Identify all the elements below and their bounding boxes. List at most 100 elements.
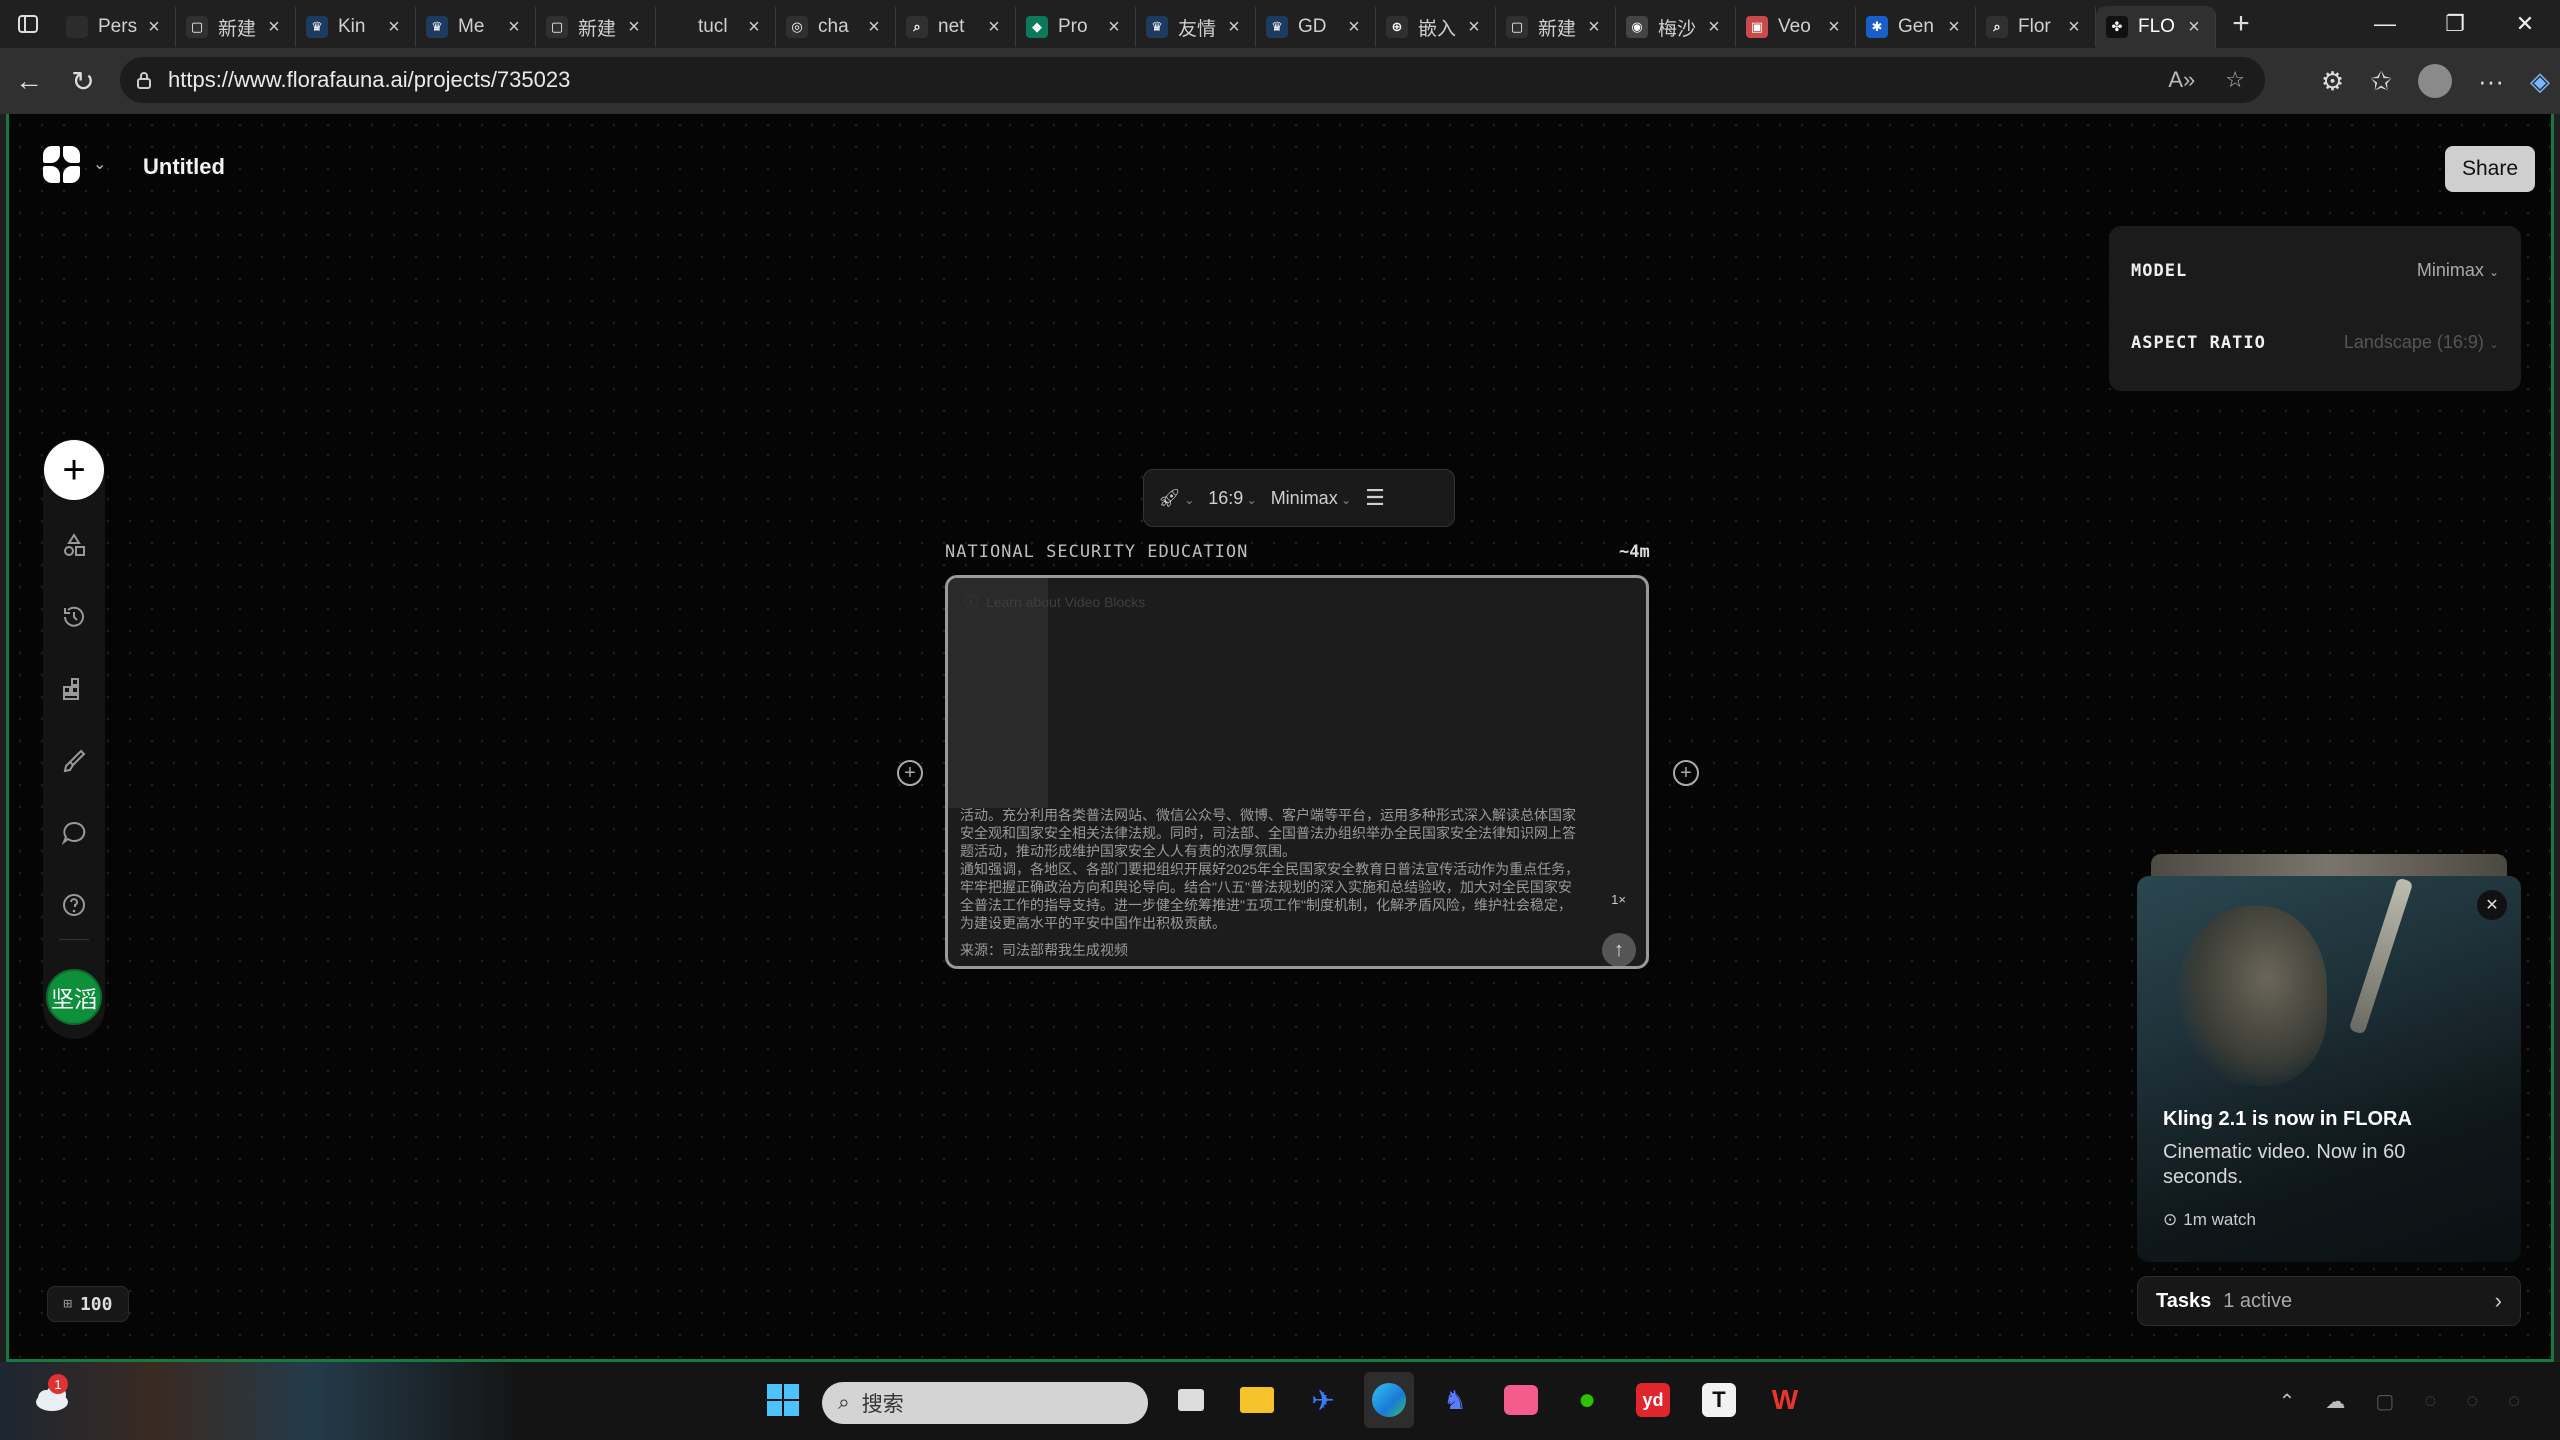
tab-close-icon[interactable]: ×	[1703, 16, 1725, 39]
send-arrow-icon[interactable]: ↑	[1602, 933, 1636, 966]
templates-icon[interactable]	[54, 669, 94, 709]
app-cat-icon[interactable]: ♞	[1430, 1372, 1480, 1428]
favorite-star-icon[interactable]: ☆	[2225, 67, 2245, 93]
add-node-button[interactable]: +	[44, 440, 104, 500]
browser-tab[interactable]: ◆ Pro ×	[1016, 7, 1136, 47]
browser-tab[interactable]: Pers ×	[56, 7, 176, 47]
browser-tab[interactable]: ⌕ Flor ×	[1976, 7, 2096, 47]
wechat-icon[interactable]: ●	[1562, 1372, 1612, 1428]
share-button[interactable]: Share	[2445, 146, 2535, 192]
promo-card[interactable]: ✕ Kling 2.1 is now in FLORA Cinematic vi…	[2137, 876, 2521, 1262]
tab-close-icon[interactable]: ×	[1583, 16, 1605, 39]
tab-close-icon[interactable]: ×	[2063, 16, 2085, 39]
browser-tab[interactable]: ♛ Me ×	[416, 7, 536, 47]
windows-start-icon[interactable]	[758, 1372, 808, 1428]
learn-link[interactable]: ⓘ Learn about Video Blocks	[964, 592, 1145, 612]
youdao-icon[interactable]: yd	[1628, 1372, 1678, 1428]
browser-tab[interactable]: ▢ 新建 ×	[536, 7, 656, 47]
tab-close-icon[interactable]: ×	[2183, 16, 2205, 39]
tab-label: Flor	[2018, 16, 2051, 37]
browser-tab[interactable]: ◉ 梅沙 ×	[1616, 7, 1736, 47]
flora-logo-icon[interactable]	[43, 146, 83, 186]
browser-tab[interactable]: ⊕ 嵌入 ×	[1376, 7, 1496, 47]
restore-icon[interactable]: ❐	[2420, 0, 2490, 48]
new-tab-button[interactable]: +	[2216, 7, 2266, 41]
task-view-icon[interactable]	[1166, 1372, 1216, 1428]
taskbar-search[interactable]: ⌕ 搜索	[822, 1382, 1148, 1424]
favorites-icon[interactable]: ✩	[2370, 66, 2392, 97]
model-select[interactable]: Minimax ⌄	[2417, 260, 2499, 281]
aspect-ratio-select[interactable]: Landscape (16:9) ⌄	[2344, 332, 2499, 353]
back-icon[interactable]: ←	[2, 54, 56, 108]
browser-tab[interactable]: ⌕ net ×	[896, 7, 1016, 47]
browser-tab[interactable]: ♛ GD ×	[1256, 7, 1376, 47]
add-left-icon[interactable]: +	[897, 760, 923, 786]
browser-tab[interactable]: ▢ 新建 ×	[176, 7, 296, 47]
tab-close-icon[interactable]: ×	[623, 16, 645, 39]
browser-tab[interactable]: ▣ Veo ×	[1736, 7, 1856, 47]
file-explorer-icon[interactable]	[1232, 1372, 1282, 1428]
prompt-text[interactable]: 活动。充分利用各类普法网站、微信公众号、微博、客户端等平台，运用多种形式深入解读…	[960, 806, 1580, 932]
tab-close-icon[interactable]: ×	[1343, 16, 1365, 39]
tab-close-icon[interactable]: ×	[1223, 16, 1245, 39]
close-window-icon[interactable]: ✕	[2490, 0, 2560, 48]
tab-close-icon[interactable]: ×	[743, 16, 765, 39]
brush-icon[interactable]	[54, 741, 94, 781]
tab-close-icon[interactable]: ×	[143, 16, 165, 39]
tab-close-icon[interactable]: ×	[263, 16, 285, 39]
bilibili-icon[interactable]	[1496, 1372, 1546, 1428]
tab-close-icon[interactable]: ×	[1463, 16, 1485, 39]
tab-close-icon[interactable]: ×	[503, 16, 525, 39]
minimize-icon[interactable]: —	[2350, 0, 2420, 48]
user-avatar[interactable]: 坚滔	[46, 969, 102, 1025]
tab-close-icon[interactable]: ×	[383, 16, 405, 39]
toolbar-model-select[interactable]: Minimax ⌄	[1271, 488, 1351, 509]
close-icon[interactable]: ✕	[2477, 890, 2507, 920]
multiplier-badge[interactable]: 1×	[1611, 892, 1626, 907]
browser-tab[interactable]: ◎ cha ×	[776, 7, 896, 47]
chat-icon[interactable]	[54, 813, 94, 853]
tab-close-icon[interactable]: ×	[983, 16, 1005, 39]
feishu-icon[interactable]: ✈	[1298, 1372, 1348, 1428]
edge-browser-icon[interactable]	[1364, 1372, 1414, 1428]
history-icon[interactable]	[54, 597, 94, 637]
adjustments-icon[interactable]: ☰	[1365, 485, 1385, 511]
more-icon[interactable]: ···	[2478, 66, 2504, 97]
profile-avatar[interactable]	[2418, 64, 2453, 98]
tray-notification-icon[interactable]: ◌	[2508, 1390, 2520, 1413]
tray-network-icon[interactable]: ◌	[2424, 1390, 2436, 1413]
browser-tab[interactable]: ♛ 友情 ×	[1136, 7, 1256, 47]
shapes-icon[interactable]	[54, 525, 94, 565]
read-aloud-icon[interactable]: A»	[2168, 67, 2195, 93]
extensions-icon[interactable]: ⚙	[2321, 66, 2344, 97]
url-field[interactable]: https://www.florafauna.ai/projects/73502…	[120, 57, 2265, 103]
logo-menu-chevron-icon[interactable]: ⌄	[93, 154, 106, 174]
tray-chevron-up-icon[interactable]: ⌃	[2279, 1389, 2296, 1414]
tasks-bar[interactable]: Tasks 1 active ›	[2137, 1276, 2521, 1326]
video-block[interactable]: ⓘ Learn about Video Blocks 活动。充分利用各类普法网站…	[945, 575, 1649, 969]
tray-volume-icon[interactable]: ◌	[2466, 1390, 2478, 1413]
project-title[interactable]: Untitled	[143, 154, 225, 180]
tab-close-icon[interactable]: ×	[1823, 16, 1845, 39]
refresh-icon[interactable]: ↻	[56, 54, 110, 108]
add-right-icon[interactable]: +	[1673, 760, 1699, 786]
browser-tab[interactable]: ▢ 新建 ×	[1496, 7, 1616, 47]
wps-icon[interactable]: W	[1760, 1372, 1810, 1428]
ratio-select[interactable]: 16:9 ⌄	[1208, 488, 1256, 509]
tab-close-icon[interactable]: ×	[863, 16, 885, 39]
tab-actions-icon[interactable]	[0, 0, 56, 48]
tab-close-icon[interactable]: ×	[1103, 16, 1125, 39]
browser-tab[interactable]: ♛ Kin ×	[296, 7, 416, 47]
tray-app-icon[interactable]: ▢	[2375, 1389, 2394, 1414]
browser-tab[interactable]: ✤ FLO ×	[2096, 6, 2216, 48]
help-icon[interactable]	[54, 885, 94, 925]
browser-tab[interactable]: ✱ Gen ×	[1856, 7, 1976, 47]
browser-tab[interactable]: tucl ×	[656, 7, 776, 47]
typora-icon[interactable]: T	[1694, 1372, 1744, 1428]
copilot-icon[interactable]: ◈	[2530, 66, 2550, 97]
onedrive-icon[interactable]: ☁	[2325, 1389, 2345, 1414]
promo-watch[interactable]: ⊙ 1m watch	[2163, 1210, 2256, 1230]
credits-badge[interactable]: ⊞ 100	[47, 1286, 129, 1322]
tab-close-icon[interactable]: ×	[1943, 16, 1965, 39]
rocket-icon[interactable]: 🚀︎ ⌄	[1158, 488, 1194, 509]
